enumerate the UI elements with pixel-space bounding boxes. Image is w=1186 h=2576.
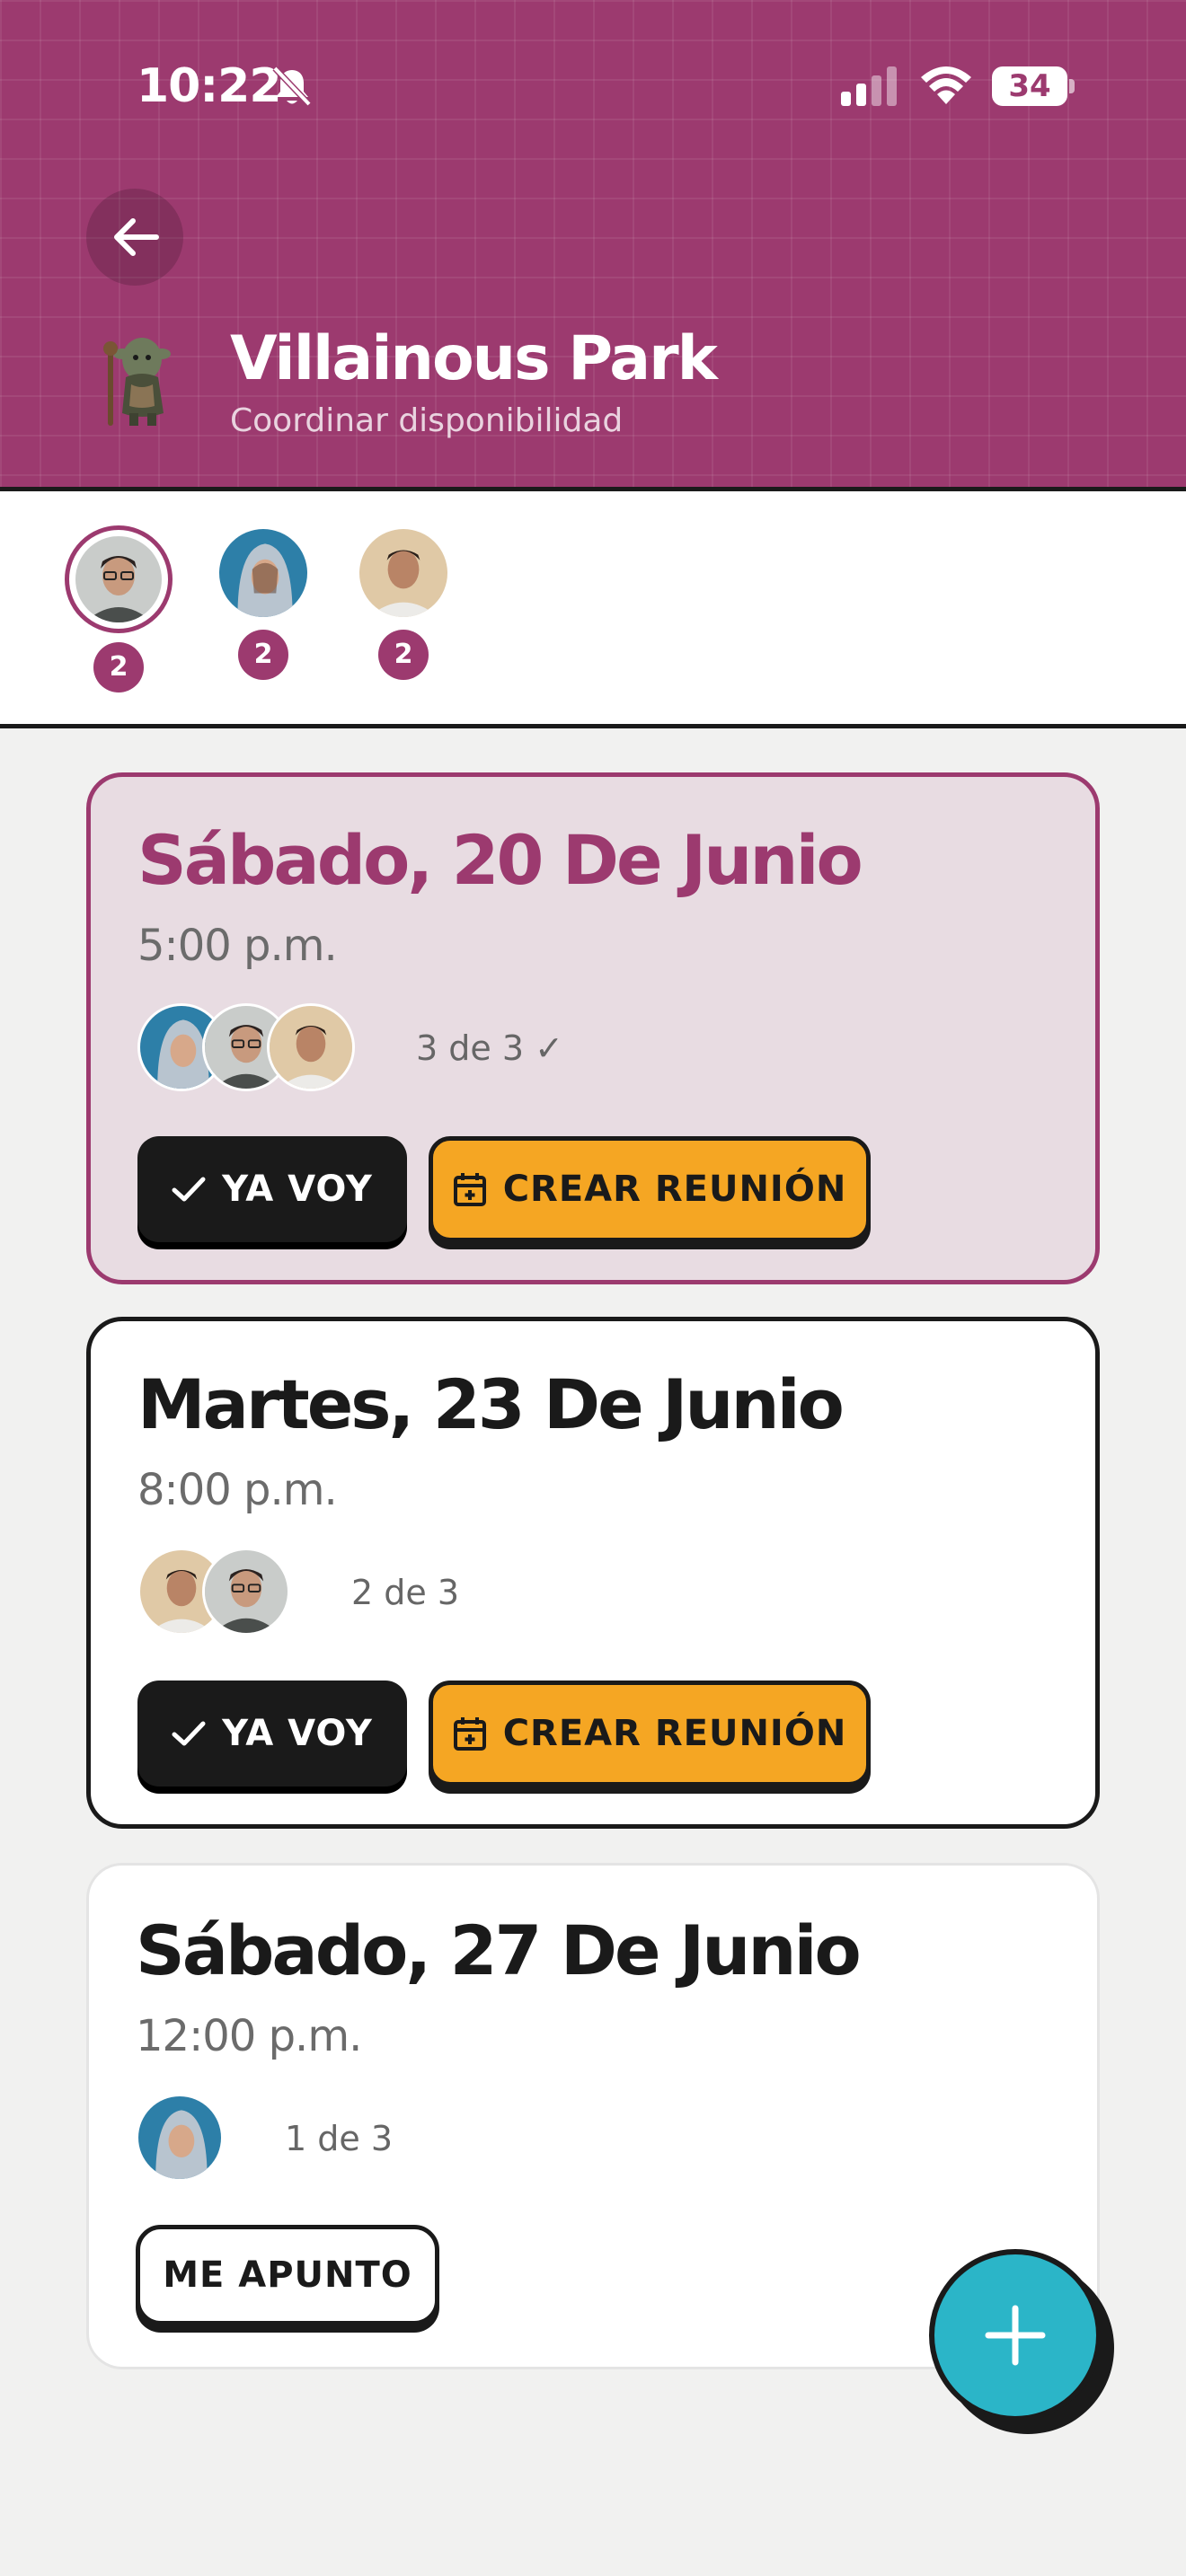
attendance-count: 3 de 3 ✓ (416, 1028, 563, 1068)
slot-date: Martes, 23 De Junio (137, 1364, 845, 1444)
check-icon (172, 1721, 206, 1746)
create-meeting-button[interactable]: CREAR REUNIÓN (429, 1136, 871, 1242)
attendance-count: 2 de 3 (351, 1573, 460, 1612)
attendee-avatars (137, 1548, 299, 1637)
going-button-label: YA VOY (222, 1169, 373, 1210)
back-button[interactable] (86, 189, 183, 286)
slot-time: 8:00 p.m. (137, 1465, 338, 1515)
arrow-left-icon (114, 218, 159, 256)
avatar (267, 1003, 355, 1091)
join-button[interactable]: ME APUNTO (136, 2225, 439, 2325)
slot-date: Sábado, 27 De Junio (136, 1910, 862, 1990)
slot-card-2[interactable]: Martes, 23 De Junio 8:00 p.m. 2 de 3 YA … (86, 1317, 1100, 1829)
member-count-badge: 2 (378, 630, 429, 680)
member-count-badge: 2 (238, 630, 288, 680)
battery-level: 34 (1008, 68, 1051, 104)
plus-icon (985, 2305, 1046, 2366)
wifi-icon (921, 66, 971, 104)
create-meeting-label: CREAR REUNIÓN (502, 1169, 847, 1210)
group-avatar (103, 338, 171, 426)
calendar-plus-icon (453, 1173, 486, 1206)
slot-time: 12:00 p.m. (136, 2011, 362, 2061)
slot-date: Sábado, 20 De Junio (137, 820, 863, 900)
group-title: Villainous Park (230, 323, 718, 394)
going-button[interactable]: YA VOY (137, 1681, 407, 1786)
going-button[interactable]: YA VOY (137, 1136, 407, 1242)
avatar (75, 536, 162, 622)
member-avatar-1[interactable]: 2 (65, 525, 173, 693)
avatar (219, 529, 307, 617)
group-subtitle: Coordinar disponibilidad (230, 402, 624, 439)
calendar-plus-icon (453, 1717, 486, 1751)
avatar (359, 529, 447, 617)
add-slot-button[interactable] (929, 2249, 1102, 2422)
status-time: 10:22 (137, 59, 282, 113)
check-icon (172, 1177, 206, 1202)
avatar (136, 2094, 224, 2182)
attendee-avatars (137, 1003, 362, 1093)
avatar (202, 1548, 290, 1636)
member-avatar-2[interactable]: 2 (219, 529, 307, 682)
slot-time: 5:00 p.m. (137, 921, 338, 971)
battery-indicator: 34 (992, 66, 1075, 106)
cellular-signal-icon (841, 66, 897, 106)
app-header: 10:22 34 Villainous Park Coordinar dispo… (0, 0, 1186, 491)
bell-off-icon (272, 66, 312, 107)
members-strip: 2 2 2 (0, 491, 1186, 728)
going-button-label: YA VOY (222, 1713, 373, 1754)
slot-card-1[interactable]: Sábado, 20 De Junio 5:00 p.m. 3 de 3 ✓ Y… (86, 772, 1100, 1284)
member-count-badge: 2 (93, 642, 144, 693)
create-meeting-button[interactable]: CREAR REUNIÓN (429, 1681, 871, 1786)
member-avatar-3[interactable]: 2 (359, 529, 447, 682)
attendance-count: 1 de 3 (285, 2119, 394, 2158)
attendee-avatars (136, 2094, 235, 2183)
join-button-label: ME APUNTO (163, 2254, 412, 2296)
create-meeting-label: CREAR REUNIÓN (502, 1713, 847, 1754)
